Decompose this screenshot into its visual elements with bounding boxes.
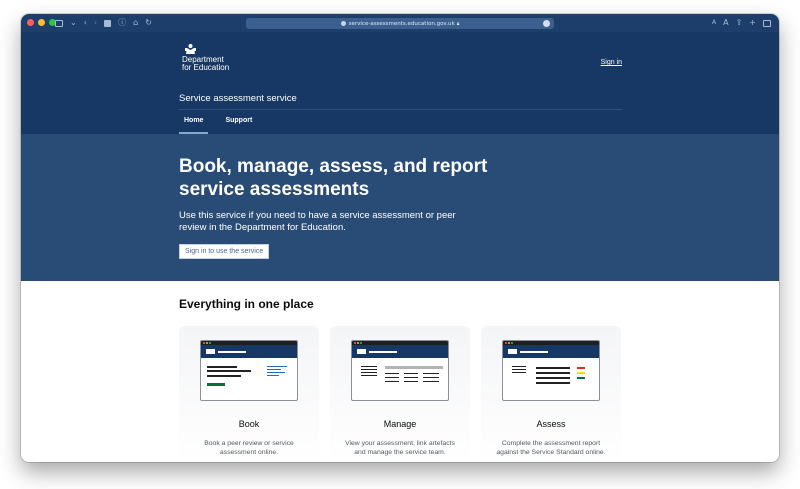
card-title: Book [238, 419, 260, 429]
browser-toolbar: ⌄ ‹ › ⓘ ⌂ ↻ service-assessments.educatio… [21, 14, 779, 32]
royal-crest-icon [185, 44, 196, 54]
assess-screenshot-illustration [502, 340, 600, 401]
book-screenshot-illustration [200, 340, 298, 401]
close-window-button[interactable] [27, 19, 34, 26]
info-icon[interactable]: ⓘ [118, 17, 126, 29]
text-larger-button[interactable]: A [723, 17, 728, 29]
feature-card-manage: Manage View your assessment, link artefa… [330, 326, 470, 462]
address-bar[interactable]: service-assessments.education.gov.uk 🔒︎ [246, 18, 554, 29]
sidebar-toggle-icon[interactable] [55, 19, 63, 27]
minimize-window-button[interactable] [38, 19, 45, 26]
tab-overview-icon[interactable] [763, 19, 771, 27]
nav-item-home[interactable]: Home [179, 113, 209, 134]
card-description: Book a peer review or service assessment… [204, 440, 294, 456]
header-divider [179, 109, 622, 110]
card-title: Manage [383, 419, 417, 429]
window-controls [27, 19, 56, 26]
new-tab-icon[interactable]: + [749, 17, 756, 29]
text-smaller-button[interactable]: A [712, 17, 716, 29]
hero-description: Use this service if you need to have a s… [179, 210, 456, 233]
site-header: Department for Education Service assessm… [21, 32, 779, 113]
hero-heading: Book, manage, assess, and report service… [179, 156, 488, 200]
org-name-line2: for Education [182, 63, 230, 72]
reader-icon[interactable] [543, 20, 550, 27]
sign-in-link[interactable]: Sign in [601, 59, 622, 66]
features-section: Everything in one place Book Book a peer… [21, 281, 779, 462]
card-description: Complete the assessment report against t… [496, 440, 606, 456]
feature-card-assess: Assess Complete the assessment report ag… [481, 326, 621, 462]
refresh-icon[interactable]: ↻ [145, 17, 152, 29]
url-favicon-icon [340, 21, 346, 26]
hero-banner: Book, manage, assess, and report service… [21, 134, 779, 281]
service-name-link[interactable]: Service assessment service [179, 93, 297, 104]
chevron-down-icon[interactable]: ⌄ [70, 17, 77, 29]
share-icon[interactable]: ⇪ [736, 17, 743, 29]
address-bar-url: service-assessments.education.gov.uk [348, 20, 455, 27]
back-arrow-icon[interactable]: ‹ [84, 17, 87, 29]
nav-item-support[interactable]: Support [220, 113, 257, 134]
manage-screenshot-illustration [351, 340, 449, 401]
sign-in-service-button[interactable]: Sign in to use the service [179, 244, 270, 259]
primary-navigation: Home Support [21, 113, 779, 134]
forward-arrow-icon[interactable]: › [94, 17, 97, 29]
card-description: View your assessment, link artefacts and… [345, 440, 455, 456]
browser-window: ⌄ ‹ › ⓘ ⌂ ↻ service-assessments.educatio… [21, 14, 779, 462]
card-title: Assess [536, 419, 566, 429]
site-favicon-icon [104, 19, 112, 27]
department-logo-text[interactable]: Department for Education [182, 56, 229, 72]
home-icon[interactable]: ⌂ [133, 17, 138, 29]
section-heading: Everything in one place [179, 297, 314, 311]
lock-icon: 🔒︎ [456, 20, 460, 27]
feature-card-book: Book Book a peer review or service asses… [179, 326, 319, 462]
